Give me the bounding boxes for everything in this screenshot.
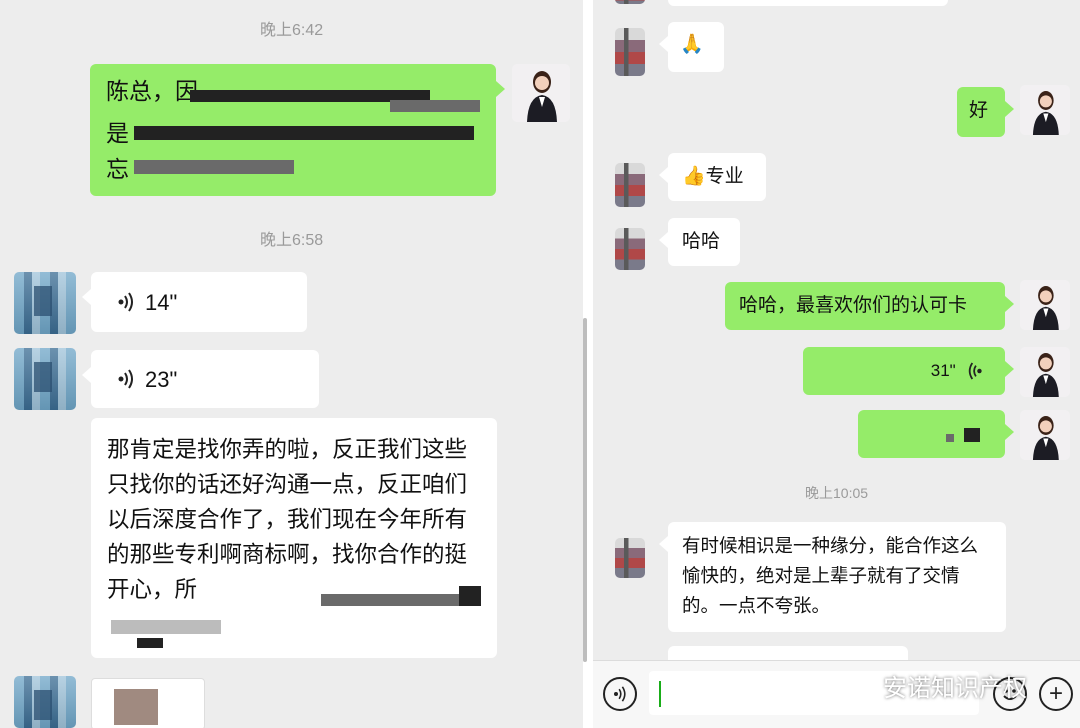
sent-message-redacted[interactable]: 陈总，因 是 忘 — [90, 64, 505, 196]
person-icon — [1032, 91, 1059, 135]
message-text: 忘 — [106, 156, 129, 182]
sent-message[interactable]: 哈哈，最喜欢你们的认可卡 — [725, 282, 1014, 330]
voice-input-toggle-icon[interactable] — [603, 677, 637, 711]
voice-wave-icon — [118, 369, 133, 389]
timestamp: 晚上6:58 — [260, 232, 324, 249]
redaction-block — [137, 638, 163, 648]
received-message[interactable]: 👍专业 — [659, 153, 766, 201]
self-avatar[interactable] — [1020, 85, 1070, 135]
person-icon — [1032, 416, 1059, 460]
pray-emoji-icon: 🙏 — [680, 34, 704, 55]
redaction-block — [946, 434, 954, 442]
voice-duration: 23" — [145, 366, 178, 392]
voice-wave-icon — [968, 362, 982, 380]
contact-avatar[interactable] — [14, 676, 76, 728]
redaction-block — [321, 594, 481, 606]
received-message-partial[interactable] — [668, 0, 948, 6]
voice-wave-icon — [118, 292, 133, 312]
received-emoji-message[interactable]: 🙏 — [659, 22, 724, 72]
self-avatar[interactable] — [1020, 410, 1070, 460]
timestamp: 晚上6:42 — [260, 22, 324, 39]
person-icon — [527, 71, 557, 122]
redaction-block — [964, 428, 980, 442]
left-chat-panel: 晚上6:42 陈总，因 是 忘 晚上6:58 14" 23" 那肯定是找你弄的啦… — [0, 0, 583, 728]
redaction-block — [134, 126, 474, 140]
voice-message[interactable]: 23" — [82, 350, 319, 408]
watermark: 安诺知识产权 — [843, 668, 1027, 703]
message-text: 哈哈，最喜欢你们的认可卡 — [739, 295, 968, 316]
redaction-block — [111, 620, 221, 634]
wechat-logo-icon — [843, 673, 877, 697]
voice-wave-icon — [614, 686, 626, 702]
image-thumbnail-content — [114, 689, 158, 725]
received-message[interactable]: 哈哈 — [659, 218, 740, 266]
message-text: 陈总，因 — [106, 78, 198, 104]
timestamp: 晚上10:05 — [805, 485, 869, 501]
right-chat-panel: 🙏 好 👍专业 哈哈 哈哈，最喜欢你们的认可卡 31" 晚上10:05 有时候相… — [593, 0, 1080, 728]
contact-avatar[interactable] — [615, 163, 645, 207]
message-text: 是 — [106, 120, 129, 146]
person-icon — [1032, 286, 1059, 330]
redaction-block — [134, 160, 294, 174]
person-icon — [1032, 353, 1059, 397]
text-cursor — [659, 681, 661, 707]
message-text: 那肯定是找你弄的啦，反正我们这些只找你的话还好沟通一点，反正咱们以后深度合作了，… — [107, 437, 468, 602]
image-message-thumbnail[interactable] — [91, 678, 205, 728]
scrollbar[interactable] — [583, 318, 587, 662]
received-long-message[interactable]: 那肯定是找你弄的啦，反正我们这些只找你的话还好沟通一点，反正咱们以后深度合作了，… — [91, 418, 497, 658]
contact-avatar[interactable] — [14, 348, 76, 410]
contact-avatar[interactable] — [615, 228, 645, 270]
message-text: 哈哈 — [682, 231, 721, 252]
sent-message-redacted[interactable] — [858, 410, 1014, 458]
voice-message[interactable]: 14" — [82, 272, 307, 332]
redaction-block — [459, 586, 481, 606]
self-avatar[interactable] — [1020, 347, 1070, 397]
redaction-block — [390, 100, 480, 112]
contact-avatar[interactable] — [615, 0, 645, 4]
voice-duration: 31" — [930, 361, 956, 380]
watermark-text: 安诺知识产权 — [883, 675, 1027, 702]
voice-duration: 14" — [145, 289, 178, 315]
self-avatar[interactable] — [512, 64, 570, 122]
contact-avatar[interactable] — [615, 28, 645, 76]
sent-voice-message[interactable]: 31" — [803, 347, 1014, 395]
thumbs-up-icon: 👍 — [682, 166, 706, 187]
message-text: 专业 — [705, 166, 744, 187]
self-avatar[interactable] — [1020, 280, 1070, 330]
contact-avatar[interactable] — [14, 272, 76, 334]
contact-avatar[interactable] — [615, 538, 645, 578]
message-text: 有时候相识是一种缘分，能合作这么愉快的，绝对是上辈子就有了交情的。一点不夸张。 — [682, 535, 979, 616]
message-text: 好 — [969, 100, 989, 121]
received-long-message[interactable]: 有时候相识是一种缘分，能合作这么愉快的，绝对是上辈子就有了交情的。一点不夸张。 — [659, 522, 1006, 632]
more-plus-icon[interactable]: + — [1039, 677, 1073, 711]
sent-message[interactable]: 好 — [957, 87, 1014, 137]
